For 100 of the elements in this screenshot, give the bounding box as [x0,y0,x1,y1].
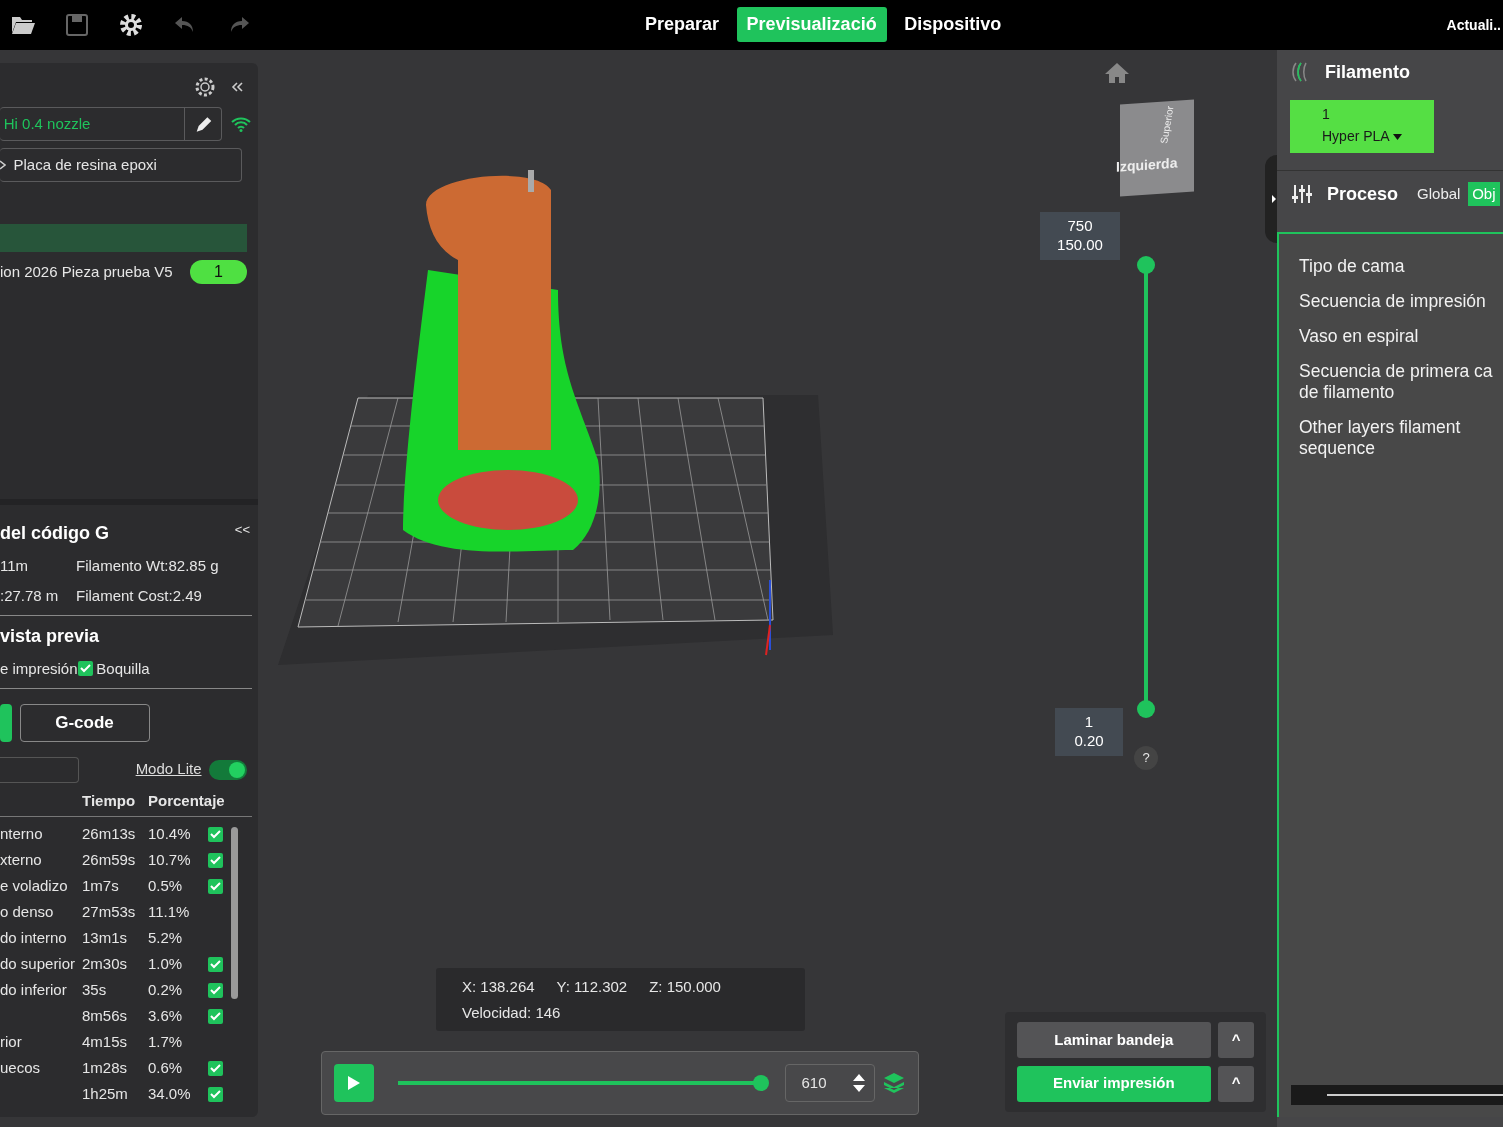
collapse-label[interactable]: << [234,520,250,540]
setting-label: Secuencia de primera ca de filamento [1299,361,1494,403]
layer-spinner[interactable]: 610 [784,1064,875,1102]
stat-value: Filament Cost:2.49 [76,585,202,606]
table-cell-text: 10.4% [148,823,192,844]
setting-label: Vaso en espiral [1299,326,1420,347]
table-cell-text: 35s [82,979,108,1000]
chevron-icon [0,160,6,171]
menu-button[interactable]: ^ [1218,1065,1254,1102]
table-cell-text: 10.7% [148,849,192,870]
filament-card[interactable]: 1 Hyper PLA [1290,100,1434,153]
table-cell-text: 26m13s [82,823,137,844]
settings-icon[interactable] [118,12,144,38]
collapse-icon[interactable] [231,81,243,92]
table-cell-text: 3.6% [148,1005,184,1026]
save-icon[interactable] [64,12,90,38]
layer-label: 750 150.00 [1040,212,1120,260]
layer-label: 1 0.20 [1055,708,1123,756]
table-cell-text: uecos [0,1057,42,1078]
view-tab[interactable]: Preparar [635,7,730,42]
table-cell-text: do superior [0,953,77,974]
lite-mode-toggle[interactable] [209,759,247,780]
table-cell-text: 8m56s [82,1005,129,1026]
section-title: Filamento [1325,60,1410,84]
scrollbar[interactable] [1291,1085,1503,1105]
table-cell-text: 0.2% [148,979,184,1000]
table-cell-text: 1m28s [82,1057,129,1078]
gcode-button[interactable]: G-code [19,703,150,742]
checkbox[interactable] [208,1060,223,1076]
table-cell-text: 1.0% [148,953,184,974]
scrollbar[interactable] [231,827,238,999]
settings-icon[interactable] [194,75,216,98]
dropdown-field[interactable] [0,756,79,783]
table-cell-text: 1m7s [82,875,120,896]
checkbox[interactable] [208,878,223,894]
stat-value: 11m [0,555,30,576]
home-icon[interactable] [1104,62,1130,84]
coordinate-value: X: 138.264 [462,977,535,997]
table-cell-text: rior [0,1031,23,1052]
spin-arrows-icon[interactable] [851,1072,866,1094]
table-cell-text: 1h25m [82,1083,129,1104]
playback-slider-handle[interactable] [753,1075,769,1091]
option-label: e impresión [0,658,78,679]
table-cell-text: 0.6% [148,1057,184,1078]
coordinate-value: Z: 150.000 [649,977,721,997]
checkbox[interactable] [208,852,223,868]
caret-icon [1393,133,1403,140]
setting-label: Secuencia de impresión [1299,291,1487,312]
table-cell-text: 26m59s [82,849,137,870]
checkbox[interactable] [208,1086,223,1102]
table-cell-text: do interno [0,927,68,948]
column-header: Porcentaje [148,791,225,811]
update-label[interactable]: Actuali.. [1446,15,1501,36]
table-cell-text: do inferior [0,979,68,1000]
table-cell-text: 0.5% [148,875,184,896]
section-title: Proceso [1327,182,1399,206]
object-name[interactable]: ion 2026 Pieza prueba V5 [0,260,173,283]
upper-handle[interactable] [1137,256,1155,274]
setting-label: Tipo de cama [1299,256,1406,277]
table-cell-text: 11.1% [148,901,191,922]
view-tab[interactable]: Dispositivo [894,7,1012,42]
table-cell-text: 5.2% [148,927,184,948]
filament-slot: 1 [1322,103,1434,126]
layer-slider-track[interactable] [1137,256,1155,718]
checkbox[interactable] [208,956,223,972]
section-title: vista previa [0,625,101,648]
option-label: Boquilla [96,658,150,679]
column-header: Tiempo [82,791,137,811]
setting-label: Other layers filament sequence [1299,417,1462,459]
checkbox[interactable] [77,661,93,677]
checkbox[interactable] [208,982,223,998]
menu-button[interactable]: ^ [1218,1022,1254,1058]
checkbox[interactable] [208,826,223,842]
coordinate-value: Y: 112.302 [556,977,628,997]
slice-button[interactable]: Laminar bandeja [1017,1022,1211,1058]
sliders-icon [1292,184,1312,204]
object-count-badge: 1 [190,259,247,284]
table-cell-text: 27m53s [82,901,137,922]
view-button[interactable] [0,703,12,742]
layers-icon[interactable] [882,1071,906,1095]
process-tab[interactable]: Global [1413,181,1465,207]
table-cell-text: 4m15s [82,1031,129,1052]
checkbox[interactable] [208,1008,223,1024]
stat-value: Filamento Wt:82.85 g [76,555,219,576]
table-cell-text: 13m1s [82,927,129,948]
table-cell-text: e voladizo [0,875,69,896]
filament-icon [1292,62,1310,82]
table-cell-text: nterno [0,823,44,844]
lite-mode-link[interactable]: Modo Lite [135,758,202,781]
wifi-icon [229,115,252,132]
stat-value: :27.78 m [0,585,60,606]
lower-handle[interactable] [1137,700,1155,718]
filament-name: Hyper PLA [1322,127,1390,147]
plate-type-dropdown[interactable]: Placa de resina epoxi [0,148,242,183]
table-cell-text: 1.7% [148,1031,184,1052]
table-cell-text: o denso [0,901,55,922]
table-cell-text: 34.0% [148,1083,192,1104]
expand-handle[interactable] [1265,155,1277,243]
help-button[interactable]: ? [1134,746,1158,770]
section-title: del código G [0,522,109,545]
